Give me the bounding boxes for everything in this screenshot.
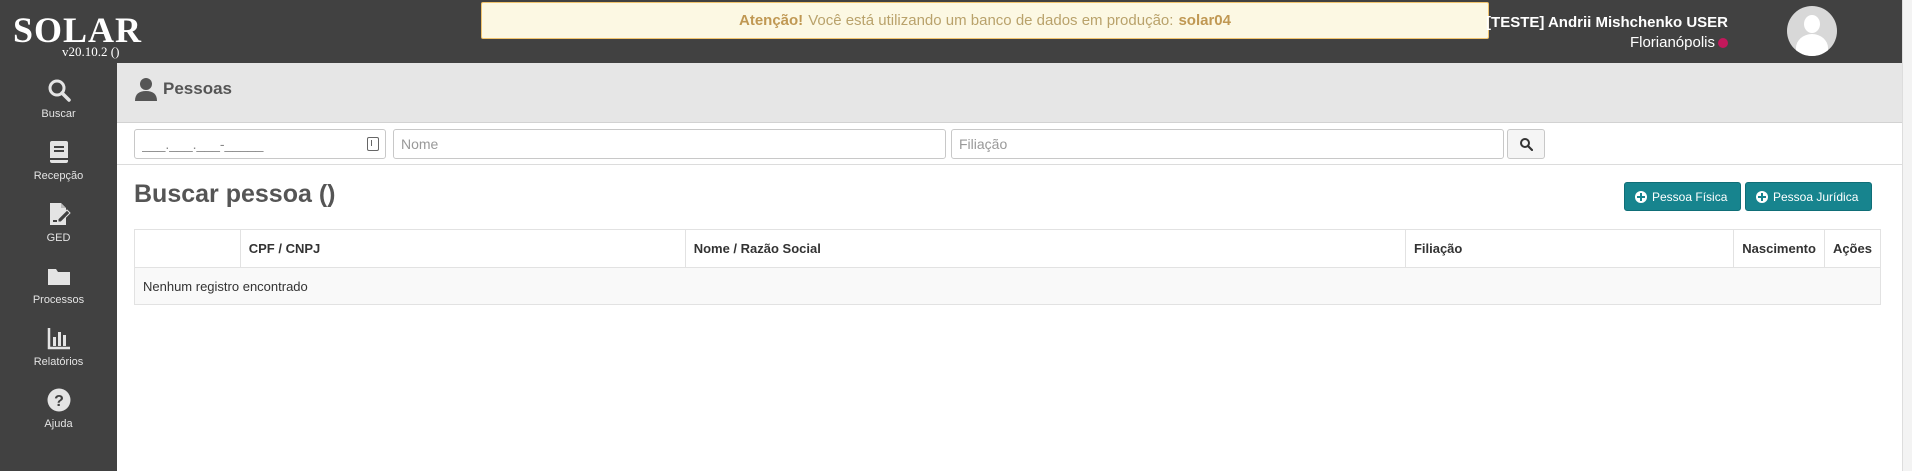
- avatar-body: [1796, 34, 1828, 56]
- scrollbar[interactable]: [1902, 0, 1912, 471]
- file-edit-icon: [49, 203, 71, 225]
- sidebar-item-label: Buscar: [41, 108, 76, 120]
- location-marker-icon: [1718, 37, 1728, 48]
- page-title: Pessoas: [135, 77, 232, 101]
- add-pessoa-juridica-button[interactable]: Pessoa Jurídica: [1745, 182, 1872, 211]
- production-db-alert: Atenção! Você está utilizando um banco d…: [481, 2, 1489, 39]
- app-version: v20.10.2 (): [62, 44, 120, 59]
- table-header-row: CPF / CNPJ Nome / Razão Social Filiação …: [134, 229, 1882, 268]
- sidebar: Buscar Recepção GED Processos Relatórios…: [0, 63, 117, 471]
- nome-input[interactable]: [393, 129, 946, 159]
- app-logo[interactable]: SOLAR: [13, 12, 142, 48]
- column-header-cpf: CPF / CNPJ: [239, 229, 686, 268]
- content-title: Buscar pessoa (): [134, 180, 336, 208]
- empty-message: Nenhum registro encontrado: [134, 267, 1881, 305]
- sidebar-item-label: Ajuda: [44, 418, 73, 430]
- alert-message: Você está utilizando um banco de dados e…: [808, 12, 1174, 29]
- sidebar-item-ged[interactable]: GED: [0, 201, 117, 261]
- results-table: CPF / CNPJ Nome / Razão Social Filiação …: [134, 229, 1882, 305]
- filter-bar: [117, 123, 1902, 165]
- search-icon: [48, 79, 71, 102]
- avatar-head: [1804, 15, 1820, 33]
- id-card-icon: [367, 137, 379, 151]
- alert-strong: Atenção!: [739, 12, 804, 29]
- sidebar-item-processos[interactable]: Processos: [0, 263, 117, 323]
- sidebar-item-label: Relatórios: [33, 356, 84, 368]
- column-header-acoes: Ações: [1823, 229, 1882, 268]
- user-icon: [135, 78, 157, 101]
- sidebar-item-relatorios[interactable]: Relatórios: [0, 325, 117, 385]
- page-header: Pessoas: [117, 63, 1902, 123]
- folder-icon: [47, 269, 70, 285]
- plus-circle-icon: [1756, 190, 1768, 203]
- user-location[interactable]: Florianópolis: [1630, 34, 1728, 51]
- column-header-nome: Nome / Razão Social: [684, 229, 1406, 268]
- column-header-filiacao: Filiação: [1404, 229, 1735, 268]
- button-label: Pessoa Jurídica: [1773, 189, 1859, 204]
- sidebar-item-label: GED: [46, 232, 71, 244]
- filiacao-input[interactable]: [951, 129, 1504, 159]
- sidebar-item-label: Recepção: [33, 170, 84, 182]
- add-pessoa-fisica-button[interactable]: Pessoa Física: [1624, 182, 1741, 211]
- cpf-input[interactable]: [135, 130, 355, 158]
- sidebar-item-label: Processos: [32, 294, 85, 306]
- svg-text:?: ?: [54, 393, 64, 410]
- help-icon: ?: [47, 388, 70, 412]
- alert-db-name: solar04: [1178, 12, 1231, 29]
- sidebar-item-ajuda[interactable]: ? Ajuda: [0, 387, 117, 447]
- avatar[interactable]: [1787, 6, 1837, 56]
- page-title-text: Pessoas: [163, 79, 232, 98]
- bar-chart-icon: [47, 328, 70, 350]
- search-icon: [1520, 138, 1533, 151]
- plus-circle-icon: [1635, 190, 1647, 203]
- search-button[interactable]: [1507, 129, 1545, 159]
- column-header: [134, 229, 241, 268]
- cpf-field[interactable]: [134, 129, 386, 159]
- user-name[interactable]: [TESTE] Andrii Mishchenko USER: [1486, 14, 1728, 31]
- button-label: Pessoa Física: [1652, 189, 1728, 204]
- top-bar: SOLAR v20.10.2 () Atenção! Você está uti…: [0, 0, 1902, 63]
- column-header-nascimento: Nascimento: [1733, 229, 1825, 268]
- user-city: Florianópolis: [1629, 34, 1715, 51]
- sidebar-item-buscar[interactable]: Buscar: [0, 77, 117, 137]
- book-icon: [49, 141, 68, 163]
- sidebar-item-recepcao[interactable]: Recepção: [0, 139, 117, 199]
- table-row: Nenhum registro encontrado: [134, 267, 1881, 305]
